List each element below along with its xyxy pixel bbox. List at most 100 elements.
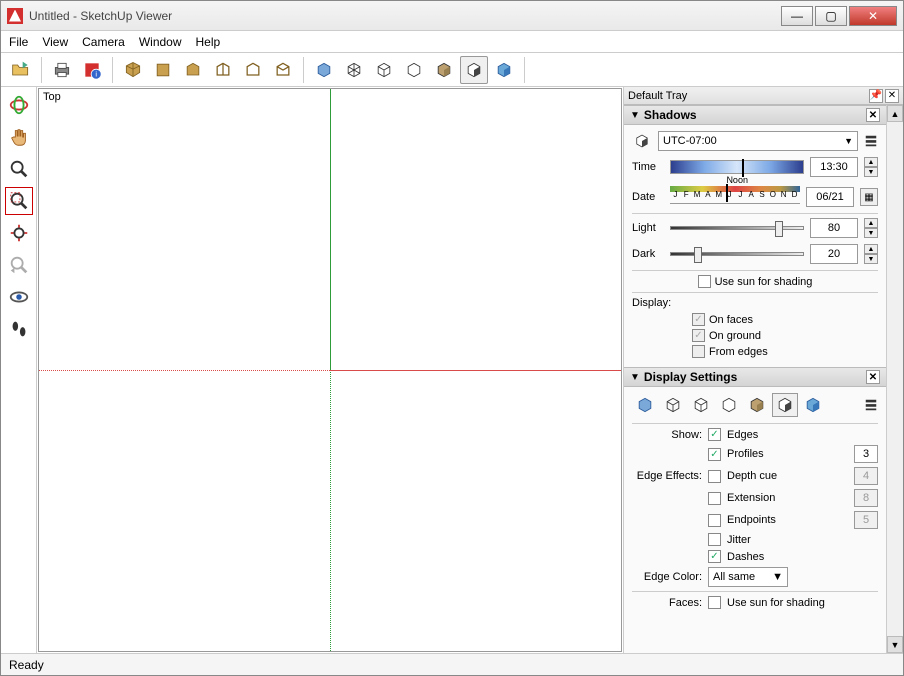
previous-view-tool[interactable] xyxy=(5,251,33,279)
view-front-button[interactable] xyxy=(179,56,207,84)
green-axis xyxy=(330,89,331,370)
ds-style-shaded[interactable] xyxy=(716,393,742,417)
date-value[interactable]: 06/21 xyxy=(806,187,854,207)
menu-file[interactable]: File xyxy=(9,35,28,49)
orbit-tool[interactable] xyxy=(5,91,33,119)
style-shaded-tex-button[interactable] xyxy=(430,56,458,84)
display-settings-header[interactable]: ▼ Display Settings ✕ xyxy=(624,367,886,387)
time-slider[interactable]: Noon xyxy=(670,160,804,174)
tray-close-button[interactable]: ✕ xyxy=(885,89,899,103)
ds-style-color[interactable] xyxy=(800,393,826,417)
display-settings-title: Display Settings xyxy=(644,370,737,384)
time-label: Time xyxy=(632,161,664,173)
style-xray-button[interactable] xyxy=(310,56,338,84)
shadows-close-button[interactable]: ✕ xyxy=(866,108,880,122)
ds-menu-icon[interactable] xyxy=(864,398,878,412)
depth-cue-value: 4 xyxy=(854,467,878,485)
display-label: Display: xyxy=(632,297,878,309)
jitter-checkbox[interactable] xyxy=(708,533,721,546)
dark-value[interactable]: 20 xyxy=(810,244,858,264)
light-value[interactable]: 80 xyxy=(810,218,858,238)
on-ground-checkbox xyxy=(692,329,705,342)
view-back-button[interactable] xyxy=(239,56,267,84)
viewport[interactable]: Top xyxy=(38,88,622,652)
red-axis-neg xyxy=(39,370,330,371)
edge-effects-label: Edge Effects: xyxy=(632,470,702,482)
shadows-title: Shadows xyxy=(644,108,697,122)
view-iso-button[interactable] xyxy=(119,56,147,84)
statusbar: Ready xyxy=(1,653,903,675)
scroll-up-button[interactable]: ▲ xyxy=(887,105,903,122)
endpoints-checkbox[interactable] xyxy=(708,514,721,527)
shadows-menu-icon[interactable] xyxy=(864,134,878,148)
viewport-label: Top xyxy=(43,91,61,103)
light-spinner[interactable]: ▲▼ xyxy=(864,218,878,238)
calendar-button[interactable]: ▦ xyxy=(860,188,878,206)
look-around-tool[interactable] xyxy=(5,283,33,311)
top-toolbar: i xyxy=(1,53,903,87)
collapse-icon: ▼ xyxy=(630,110,640,121)
view-left-button[interactable] xyxy=(269,56,297,84)
walk-tool[interactable] xyxy=(5,315,33,343)
minimize-button[interactable]: — xyxy=(781,6,813,26)
side-toolbar xyxy=(1,87,37,653)
ds-style-wire[interactable] xyxy=(660,393,686,417)
use-sun-label: Use sun for shading xyxy=(715,276,813,288)
titlebar: Untitled - SketchUp Viewer — ▢ ✕ xyxy=(1,1,903,31)
ds-style-hidden[interactable] xyxy=(688,393,714,417)
collapse-icon: ▼ xyxy=(630,372,640,383)
time-value[interactable]: 13:30 xyxy=(810,157,858,177)
date-slider[interactable]: JFMAMJJASOND xyxy=(670,190,800,204)
style-texture-button[interactable] xyxy=(490,56,518,84)
depth-cue-checkbox[interactable] xyxy=(708,470,721,483)
edges-checkbox[interactable] xyxy=(708,428,721,441)
scroll-down-button[interactable]: ▼ xyxy=(887,636,903,653)
dark-spinner[interactable]: ▲▼ xyxy=(864,244,878,264)
main-area: Top Default Tray 📌 ✕ ▼ Shadows ✕ xyxy=(1,87,903,653)
style-mono-button[interactable] xyxy=(460,56,488,84)
tray-header: Default Tray 📌 ✕ xyxy=(624,87,903,105)
open-file-button[interactable] xyxy=(7,56,35,84)
from-edges-checkbox xyxy=(692,345,705,358)
zoom-window-tool[interactable] xyxy=(5,187,33,215)
light-slider[interactable] xyxy=(670,221,804,235)
edge-color-label: Edge Color: xyxy=(632,571,702,583)
edge-color-select[interactable]: All same▼ xyxy=(708,567,788,587)
shadows-panel-header[interactable]: ▼ Shadows ✕ xyxy=(624,105,886,125)
menu-help[interactable]: Help xyxy=(196,35,221,49)
display-settings-close-button[interactable]: ✕ xyxy=(866,370,880,384)
ds-style-xray[interactable] xyxy=(632,393,658,417)
use-sun-checkbox[interactable] xyxy=(698,275,711,288)
maximize-button[interactable]: ▢ xyxy=(815,6,847,26)
view-right-button[interactable] xyxy=(209,56,237,84)
tray-scrollbar[interactable]: ▲ ▼ xyxy=(886,105,903,653)
profiles-checkbox[interactable] xyxy=(708,448,721,461)
dark-slider[interactable] xyxy=(670,247,804,261)
ds-style-mono[interactable] xyxy=(772,393,798,417)
light-label: Light xyxy=(632,222,664,234)
close-button[interactable]: ✕ xyxy=(849,6,897,26)
zoom-extents-tool[interactable] xyxy=(5,219,33,247)
shadow-toggle-icon[interactable] xyxy=(632,132,652,150)
menu-camera[interactable]: Camera xyxy=(82,35,125,49)
menu-window[interactable]: Window xyxy=(139,35,182,49)
dark-label: Dark xyxy=(632,248,664,260)
red-axis xyxy=(330,370,621,371)
faces-use-sun-checkbox[interactable] xyxy=(708,596,721,609)
timezone-select[interactable]: UTC-07:00▼ xyxy=(658,131,858,151)
menu-view[interactable]: View xyxy=(42,35,68,49)
ds-style-tex[interactable] xyxy=(744,393,770,417)
zoom-tool[interactable] xyxy=(5,155,33,183)
style-hidden-button[interactable] xyxy=(370,56,398,84)
print-button[interactable] xyxy=(48,56,76,84)
pan-tool[interactable] xyxy=(5,123,33,151)
pin-button[interactable]: 📌 xyxy=(869,89,883,103)
model-info-button[interactable]: i xyxy=(78,56,106,84)
dashes-checkbox[interactable] xyxy=(708,550,721,563)
view-top-button[interactable] xyxy=(149,56,177,84)
profiles-value[interactable]: 3 xyxy=(854,445,878,463)
time-spinner[interactable]: ▲▼ xyxy=(864,157,878,177)
extension-checkbox[interactable] xyxy=(708,492,721,505)
style-shaded-button[interactable] xyxy=(400,56,428,84)
style-wireframe-button[interactable] xyxy=(340,56,368,84)
